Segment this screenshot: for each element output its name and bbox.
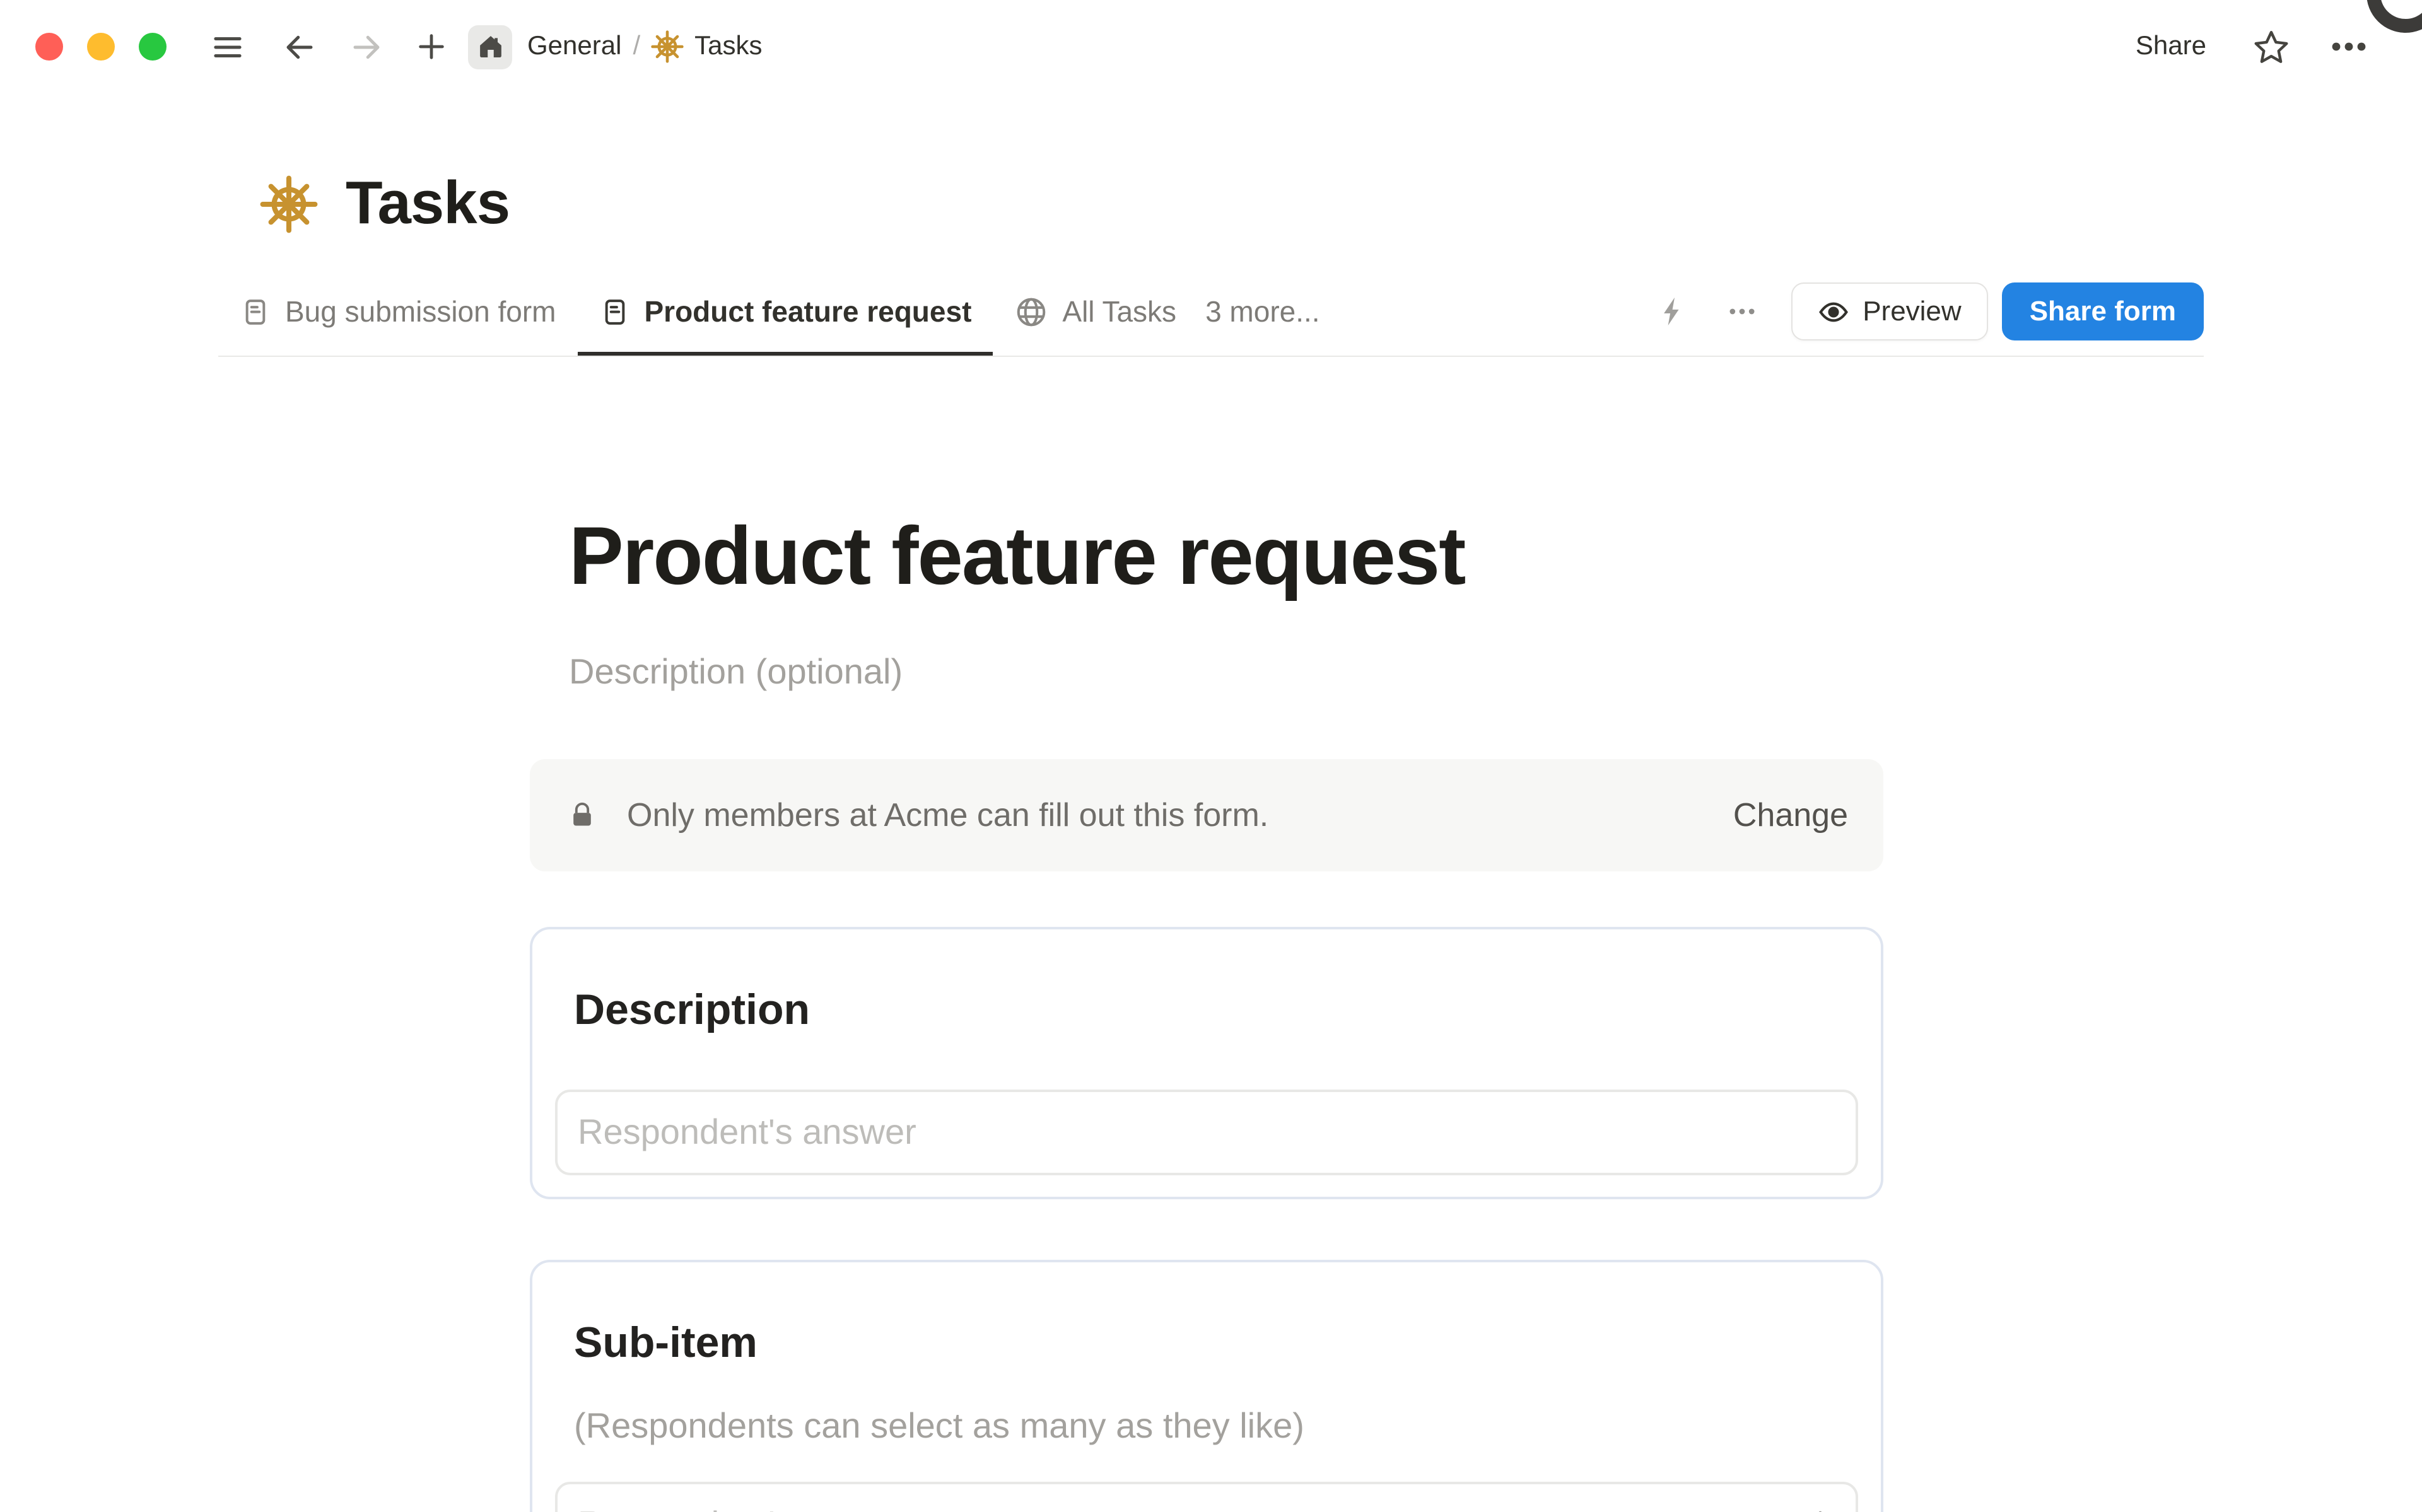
form-title[interactable]: Product feature request — [569, 507, 1883, 605]
sub-item-answer-input[interactable] — [555, 1482, 1858, 1512]
window-controls — [35, 33, 167, 61]
new-page-icon[interactable] — [415, 30, 448, 63]
share-form-button-label: Share form — [2029, 295, 2176, 327]
lock-icon — [568, 801, 597, 830]
helm-icon — [650, 30, 683, 63]
close-button[interactable] — [35, 33, 63, 61]
minimize-button[interactable] — [87, 33, 115, 61]
page-header: Tasks — [260, 169, 510, 238]
zoom-button[interactable] — [139, 33, 167, 61]
app-window: General / Tasks Share Tasks Bug submissi… — [0, 0, 2422, 1512]
eye-icon — [1817, 296, 1849, 327]
window-toolbar: General / Tasks Share — [0, 0, 2422, 93]
access-notice-banner: Only members at Acme can fill out this f… — [530, 759, 1883, 871]
field-card-description[interactable]: Description — [530, 927, 1883, 1199]
sidebar-menu-icon[interactable] — [211, 30, 245, 64]
tab-all-tasks[interactable]: All Tasks — [993, 267, 1198, 356]
form-doc-icon — [599, 296, 631, 327]
share-form-button[interactable]: Share form — [2001, 282, 2204, 340]
form-description-placeholder[interactable]: Description (optional) — [569, 651, 1883, 694]
page-title: Tasks — [346, 170, 510, 237]
preview-button[interactable]: Preview — [1791, 282, 1988, 340]
view-options-icon[interactable] — [1725, 295, 1758, 328]
share-button[interactable]: Share — [2136, 32, 2206, 62]
sub-item-select-wrap — [555, 1482, 1858, 1512]
change-access-link[interactable]: Change — [1733, 796, 1848, 835]
preview-button-label: Preview — [1863, 295, 1962, 327]
page-helm-icon[interactable] — [260, 175, 318, 233]
toolbar-right: Share — [2136, 26, 2369, 67]
breadcrumb: General / Tasks — [527, 30, 763, 63]
forward-arrow-icon[interactable] — [349, 30, 383, 64]
tab-label: Bug submission form — [285, 294, 556, 327]
tab-actions: Preview Share form — [1656, 282, 2204, 340]
breadcrumb-separator: / — [633, 32, 641, 61]
favorite-star-icon[interactable] — [2252, 27, 2291, 66]
view-tabbar: Bug submission form Product feature requ… — [218, 267, 2204, 357]
tab-label: All Tasks — [1062, 294, 1177, 327]
description-answer-input[interactable] — [555, 1090, 1858, 1175]
home-icon[interactable] — [468, 25, 512, 69]
breadcrumb-workspace[interactable]: General — [527, 32, 621, 62]
field-hint: (Respondents can select as many as they … — [574, 1406, 1304, 1445]
back-arrow-icon[interactable] — [283, 30, 317, 64]
globe-icon — [1014, 294, 1048, 329]
chevron-up-down-icon — [1800, 1504, 1840, 1512]
field-label[interactable]: Sub-item — [574, 1318, 1858, 1370]
tab-bug-submission-form[interactable]: Bug submission form — [218, 267, 578, 356]
form-doc-icon — [240, 296, 271, 327]
tab-label: Product feature request — [644, 294, 972, 327]
form-editor: Product feature request Description (opt… — [530, 358, 1883, 1512]
more-options-icon[interactable] — [2329, 26, 2369, 67]
automation-bolt-icon[interactable] — [1656, 295, 1688, 328]
breadcrumb-page[interactable]: Tasks — [694, 32, 762, 62]
field-label[interactable]: Description — [574, 985, 1858, 1037]
access-notice-text: Only members at Acme can fill out this f… — [627, 796, 1269, 834]
tab-product-feature-request[interactable]: Product feature request — [578, 267, 993, 356]
field-card-sub-item[interactable]: Sub-item (Respondents can select as many… — [530, 1260, 1883, 1512]
tabs-more-link[interactable]: 3 more... — [1198, 294, 1328, 329]
